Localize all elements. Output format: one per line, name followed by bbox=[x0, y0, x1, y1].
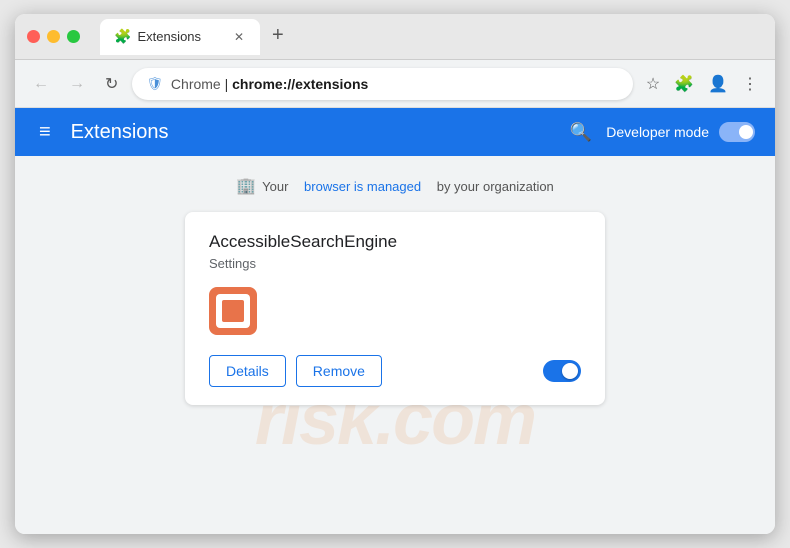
browser-window: 🧩 Extensions ✕ + ← → ↻ 🛡 Chrome | chrome… bbox=[15, 14, 775, 534]
building-icon: 🏢 bbox=[236, 176, 256, 196]
tab-puzzle-icon: 🧩 bbox=[114, 28, 131, 45]
address-input[interactable]: 🛡 Chrome | chrome://extensions bbox=[132, 68, 632, 100]
address-bar: ← → ↻ 🛡 Chrome | chrome://extensions ☆ 🧩… bbox=[15, 60, 775, 108]
security-icon: 🛡 bbox=[146, 76, 163, 92]
new-tab-button[interactable]: + bbox=[264, 20, 292, 51]
bookmark-button[interactable]: ☆ bbox=[641, 69, 665, 99]
extension-logo-symbol bbox=[222, 300, 244, 322]
managed-notice-text-after: by your organization bbox=[437, 179, 554, 194]
window-controls bbox=[27, 30, 80, 43]
extension-toggle-knob bbox=[562, 363, 578, 379]
extension-name: AccessibleSearchEngine bbox=[209, 232, 581, 252]
extensions-content: 🔍 risk.com 🏢 Your browser is managed by … bbox=[15, 156, 775, 534]
close-button[interactable] bbox=[27, 30, 40, 43]
hamburger-menu-button[interactable]: ≡ bbox=[35, 117, 55, 148]
profile-button[interactable]: 👤 bbox=[703, 69, 733, 99]
toggle-knob bbox=[739, 125, 753, 139]
extension-card-footer: Details Remove bbox=[209, 355, 581, 387]
minimize-button[interactable] bbox=[47, 30, 60, 43]
extension-enabled-toggle[interactable] bbox=[543, 360, 581, 382]
extension-logo-inner bbox=[216, 294, 250, 328]
refresh-button[interactable]: ↻ bbox=[99, 70, 124, 98]
extension-card-body bbox=[209, 287, 581, 335]
search-button[interactable]: 🔍 bbox=[566, 118, 596, 147]
extensions-header-title: Extensions bbox=[71, 121, 566, 144]
managed-link[interactable]: browser is managed bbox=[304, 179, 421, 194]
extensions-button[interactable]: 🧩 bbox=[669, 69, 699, 99]
extension-card: AccessibleSearchEngine Settings Details … bbox=[185, 212, 605, 405]
extension-subtitle: Settings bbox=[209, 256, 581, 271]
extension-card-header: AccessibleSearchEngine Settings bbox=[209, 232, 581, 271]
address-text: Chrome | chrome://extensions bbox=[171, 76, 368, 92]
extensions-header: ≡ Extensions 🔍 Developer mode bbox=[15, 108, 775, 156]
address-separator: | bbox=[225, 76, 233, 92]
tab-title: Extensions bbox=[137, 29, 201, 44]
maximize-button[interactable] bbox=[67, 30, 80, 43]
menu-button[interactable]: ⋮ bbox=[737, 69, 763, 99]
forward-button[interactable]: → bbox=[63, 71, 91, 97]
back-button[interactable]: ← bbox=[27, 71, 55, 97]
developer-mode-toggle[interactable] bbox=[719, 122, 755, 142]
address-origin: Chrome bbox=[171, 76, 221, 92]
developer-mode-section: 🔍 Developer mode bbox=[566, 118, 755, 147]
tab-bar: 🧩 Extensions ✕ + bbox=[92, 19, 763, 55]
tab-close-button[interactable]: ✕ bbox=[232, 28, 246, 46]
details-button[interactable]: Details bbox=[209, 355, 286, 387]
managed-notice: 🏢 Your browser is managed by your organi… bbox=[236, 176, 554, 196]
address-path: chrome://extensions bbox=[232, 76, 368, 92]
active-tab[interactable]: 🧩 Extensions ✕ bbox=[100, 19, 260, 55]
title-bar: 🧩 Extensions ✕ + bbox=[15, 14, 775, 60]
developer-mode-label: Developer mode bbox=[606, 124, 709, 140]
extension-logo bbox=[209, 287, 257, 335]
remove-button[interactable]: Remove bbox=[296, 355, 382, 387]
toolbar-icons: ☆ 🧩 👤 ⋮ bbox=[641, 69, 763, 99]
managed-notice-text-before: Your bbox=[262, 179, 288, 194]
